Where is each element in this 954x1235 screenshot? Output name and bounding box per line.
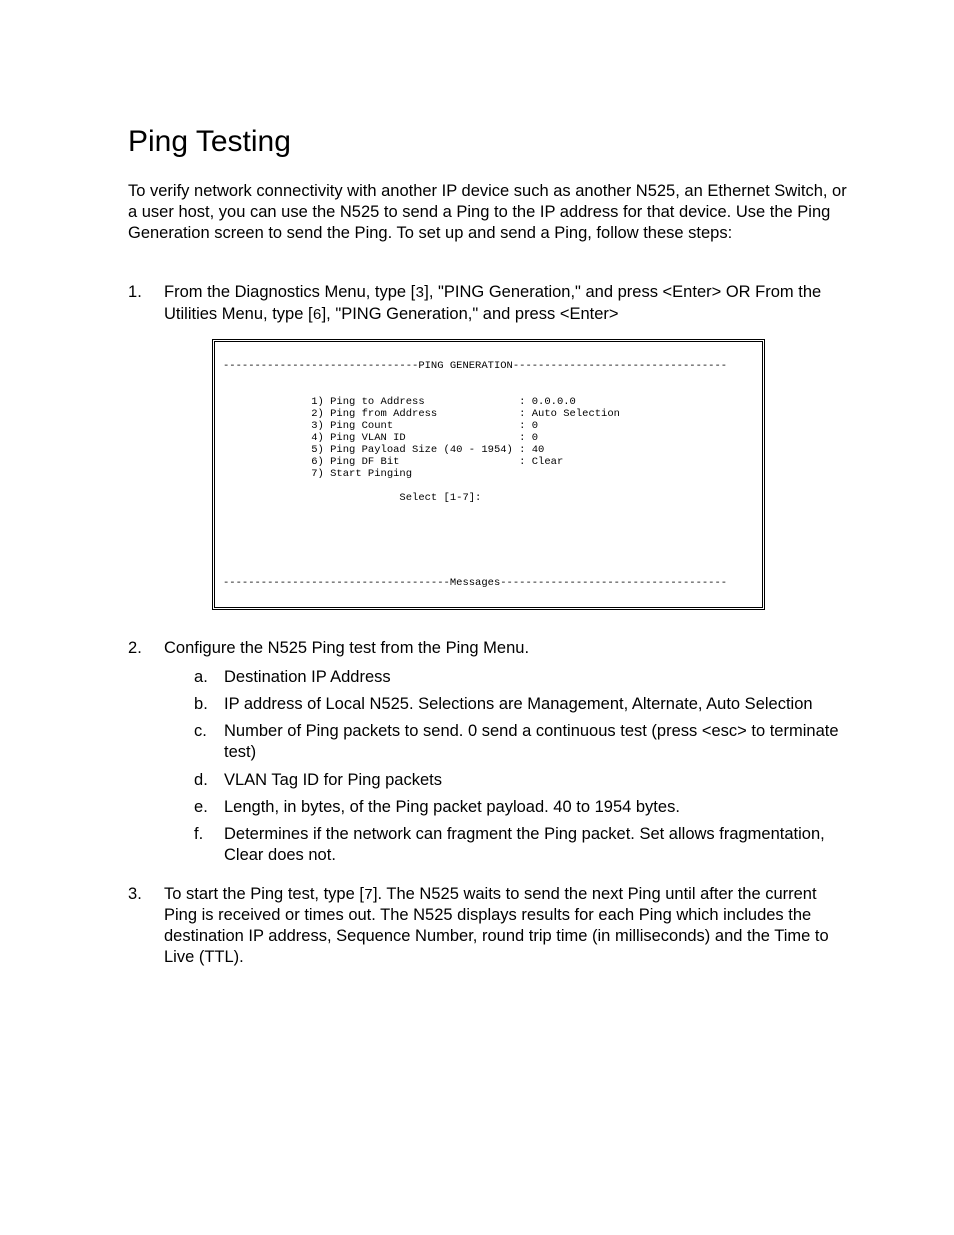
document-page: Ping Testing To verify network connectiv… [0, 0, 954, 1047]
step-2-sublist: Destination IP Address IP address of Loc… [194, 667, 849, 866]
step-3: To start the Ping test, type [7]. The N5… [128, 884, 849, 969]
terminal-border: -------------------------------PING GENE… [212, 339, 765, 610]
step-2f-text: Determines if the network can fragment t… [224, 824, 849, 866]
step-1: From the Diagnostics Menu, type [3 ], "PI… [128, 282, 849, 610]
step-2a-text: Destination IP Address [224, 667, 849, 688]
step-2: Configure the N525 Ping test from the Pi… [128, 638, 849, 866]
step-2c-text: Number of Ping packets to send. 0 send a… [224, 721, 849, 763]
step-2b: IP address of Local N525. Selections are… [194, 694, 849, 715]
step-1-text-c: ], "PING Generation," and press <Enter> [322, 305, 619, 323]
step-2c: Number of Ping packets to send. 0 send a… [194, 721, 849, 763]
step-2b-text: IP address of Local N525. Selections are… [224, 694, 849, 715]
intro-paragraph: To verify network connectivity with anot… [128, 181, 849, 244]
step-2e: Length, in bytes, of the Ping packet pay… [194, 797, 849, 818]
page-title: Ping Testing [128, 125, 849, 159]
step-1-code-1: 3 [415, 285, 424, 302]
step-2e-text: Length, in bytes, of the Ping packet pay… [224, 797, 849, 818]
step-2d: VLAN Tag ID for Ping packets [194, 770, 849, 791]
step-2a: Destination IP Address [194, 667, 849, 688]
steps-list: From the Diagnostics Menu, type [3 ], "PI… [128, 282, 849, 968]
step-2f: Determines if the network can fragment t… [194, 824, 849, 866]
step-2d-text: VLAN Tag ID for Ping packets [224, 770, 849, 791]
step-2-text: Configure the N525 Ping test from the Pi… [164, 639, 529, 657]
step-1-text-a: From the Diagnostics Menu, type [ [164, 283, 415, 301]
step-1-code-2: 6 [313, 307, 322, 324]
terminal-content: -------------------------------PING GENE… [223, 348, 754, 601]
terminal-screenshot: -------------------------------PING GENE… [212, 339, 765, 610]
step-3-code: 7 [364, 887, 373, 904]
step-3-text-a: To start the Ping test, type [ [164, 885, 364, 903]
